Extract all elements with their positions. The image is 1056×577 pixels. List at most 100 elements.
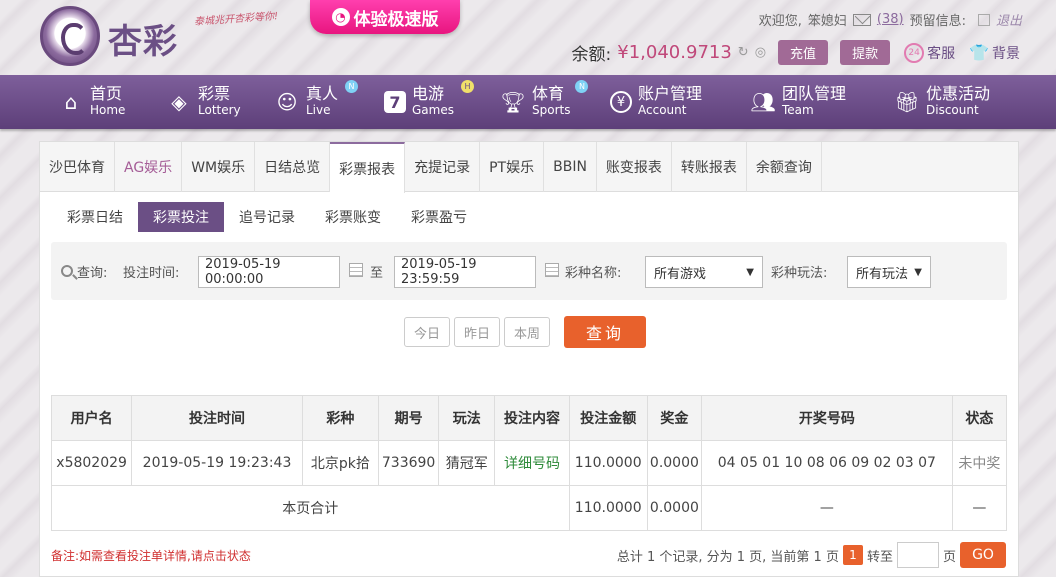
speed-icon: ◔	[331, 8, 350, 26]
current-page[interactable]: 1	[842, 545, 863, 565]
nav-sublabel: Lottery	[198, 103, 241, 117]
main-nav: ⌂ 首页 Home ◈ 彩票 Lottery ☺ 真人 Live N 7 电游 Games H 🏆︎…	[0, 75, 1056, 129]
subtab-account-change[interactable]: 彩票账变	[310, 202, 396, 232]
cell-amount: 110.0000	[568, 440, 648, 486]
nav-sublabel: Games	[412, 103, 454, 117]
nav-label: 彩票	[198, 84, 231, 103]
col-issue: 期号	[378, 395, 440, 441]
nav-live[interactable]: ☺ 真人 Live N	[274, 75, 359, 129]
this-week-button[interactable]: 本周	[504, 317, 550, 347]
nav-label: 优惠活动	[926, 84, 991, 103]
play-select[interactable]: 所有玩法 ▼	[847, 256, 931, 288]
cell-status[interactable]: 未中奖	[951, 440, 1008, 486]
nav-sublabel: Home	[90, 103, 126, 117]
yen-icon: ¥	[610, 91, 632, 113]
report-tabs: 沙巴体育 AG娱乐 WM娱乐 日结总览 彩票报表 充提记录 PT娱乐 BBIN …	[40, 142, 1018, 193]
subtab-chase[interactable]: 追号记录	[224, 202, 310, 232]
page-input[interactable]	[896, 542, 939, 568]
mail-count[interactable]: (38)	[877, 12, 904, 27]
nav-label: 电游	[412, 84, 445, 103]
speed-version-button[interactable]: ◔ 体验极速版	[310, 0, 460, 34]
user-info-bar: 欢迎您, 笨媳妇 (38) 预留信息: 退出	[759, 10, 1022, 29]
eye-hide-icon[interactable]: ◎	[755, 45, 766, 60]
pagination: 总计 1 个记录, 分为 1 页, 当前第 1 页 1 转至 页 GO	[617, 542, 1006, 568]
cell-username: x5802029	[50, 440, 133, 486]
subtab-daily[interactable]: 彩票日结	[52, 202, 138, 232]
speed-version-label: 体验极速版	[353, 9, 439, 30]
notice-label: 预留信息:	[909, 14, 966, 29]
today-button[interactable]: 今日	[404, 317, 450, 347]
nav-lottery[interactable]: ◈ 彩票 Lottery	[166, 75, 241, 129]
nav-sublabel: Sports	[532, 103, 571, 117]
nav-label: 团队管理	[782, 84, 847, 103]
end-time-input[interactable]: 2019-05-19 23:59:59	[394, 256, 536, 288]
service-label: 客服	[927, 45, 956, 62]
tab-pt[interactable]: PT娱乐	[480, 142, 545, 192]
mail-icon[interactable]	[852, 13, 871, 26]
report-panel: 沙巴体育 AG娱乐 WM娱乐 日结总览 彩票报表 充提记录 PT娱乐 BBIN …	[39, 141, 1019, 577]
calendar-icon[interactable]	[545, 263, 559, 277]
tab-wm[interactable]: WM娱乐	[182, 142, 256, 192]
nav-sublabel: Live	[306, 103, 331, 117]
subtotal-bonus: 0.0000	[646, 485, 702, 531]
nav-account[interactable]: ¥ 账户管理 Account	[610, 75, 702, 129]
go-button[interactable]: GO	[960, 542, 1006, 568]
search-button[interactable]: 查询	[564, 316, 646, 348]
deposit-button[interactable]: 充值	[778, 40, 829, 65]
new-badge: N	[345, 80, 359, 93]
cell-detail-link[interactable]: 详细号码	[494, 440, 570, 486]
nav-label: 账户管理	[638, 84, 703, 103]
username: 笨媳妇	[807, 14, 847, 29]
chevron-down-icon: ▼	[914, 266, 922, 278]
cell-lottery: 北京pk拾	[301, 440, 380, 486]
logo-emblem[interactable]	[40, 6, 100, 66]
subtotal-amount: 110.0000	[568, 485, 648, 531]
gift-icon: 🎁︎	[894, 90, 920, 114]
tab-bbin[interactable]: BBIN	[544, 142, 597, 192]
nav-discount[interactable]: 🎁︎ 优惠活动 Discount	[894, 75, 990, 129]
nav-team[interactable]: 👥︎ 团队管理 Team	[750, 75, 846, 129]
nav-sublabel: Discount	[926, 103, 979, 117]
service-24-icon: 24	[904, 42, 925, 63]
subtab-profit[interactable]: 彩票盈亏	[396, 202, 482, 232]
tab-saba-sports[interactable]: 沙巴体育	[40, 142, 115, 192]
home-icon: ⌂	[64, 90, 78, 114]
nav-games[interactable]: 7 电游 Games H	[384, 75, 474, 129]
calendar-icon[interactable]	[349, 263, 363, 277]
welcome-text: 欢迎您,	[758, 14, 802, 29]
nav-sports[interactable]: 🏆︎ 体育 Sports N	[500, 75, 589, 129]
subtab-bets[interactable]: 彩票投注	[138, 202, 224, 232]
lottery-select[interactable]: 所有游戏 ▼	[645, 256, 763, 288]
subtotal-status: —	[951, 485, 1008, 531]
background-link[interactable]: 👕 背景	[969, 43, 1020, 63]
tab-ag[interactable]: AG娱乐	[115, 142, 183, 192]
col-draw-numbers: 开奖号码	[700, 395, 953, 441]
tab-balance-query[interactable]: 余额查询	[747, 142, 822, 192]
table-row: x5802029 2019-05-19 19:23:43 北京pk拾 73369…	[50, 440, 1008, 486]
tab-deposit-withdraw[interactable]: 充提记录	[405, 142, 481, 192]
logout-link[interactable]: 退出	[996, 10, 1022, 29]
nav-label: 真人	[306, 84, 339, 103]
tab-account-change[interactable]: 账变报表	[597, 142, 672, 192]
yesterday-button[interactable]: 昨日	[454, 317, 500, 347]
dealer-icon: ☺	[276, 90, 298, 114]
withdraw-button[interactable]: 提款	[840, 40, 891, 65]
table-header-row: 用户名 投注时间 彩种 期号 玩法 投注内容 投注金额 奖金 开奖号码 状态	[50, 395, 1008, 441]
col-lottery: 彩种	[301, 395, 380, 441]
logo-text[interactable]: 杏彩	[108, 14, 178, 63]
tab-daily-overview[interactable]: 日结总览	[255, 142, 331, 192]
edit-icon[interactable]	[977, 13, 990, 26]
cell-bet-time: 2019-05-19 19:23:43	[131, 440, 303, 486]
balance-bar: 余额: ¥1,040.9713 ↻ ◎ 充值 提款 24 客服 👕 背景	[572, 40, 1020, 65]
background-label: 背景	[992, 45, 1020, 62]
tab-lottery-report[interactable]: 彩票报表	[330, 142, 406, 193]
subtotal-numbers: —	[700, 485, 953, 531]
tab-transfer[interactable]: 转账报表	[672, 142, 747, 192]
lottery-select-value: 所有游戏	[654, 266, 707, 282]
ticket-icon: ◈	[171, 90, 187, 114]
refresh-icon[interactable]: ↻	[738, 45, 749, 60]
nav-home[interactable]: ⌂ 首页 Home	[58, 75, 126, 129]
service-link[interactable]: 24 客服	[904, 42, 956, 63]
start-time-input[interactable]: 2019-05-19 00:00:00	[198, 256, 340, 288]
col-content: 投注内容	[494, 395, 570, 441]
